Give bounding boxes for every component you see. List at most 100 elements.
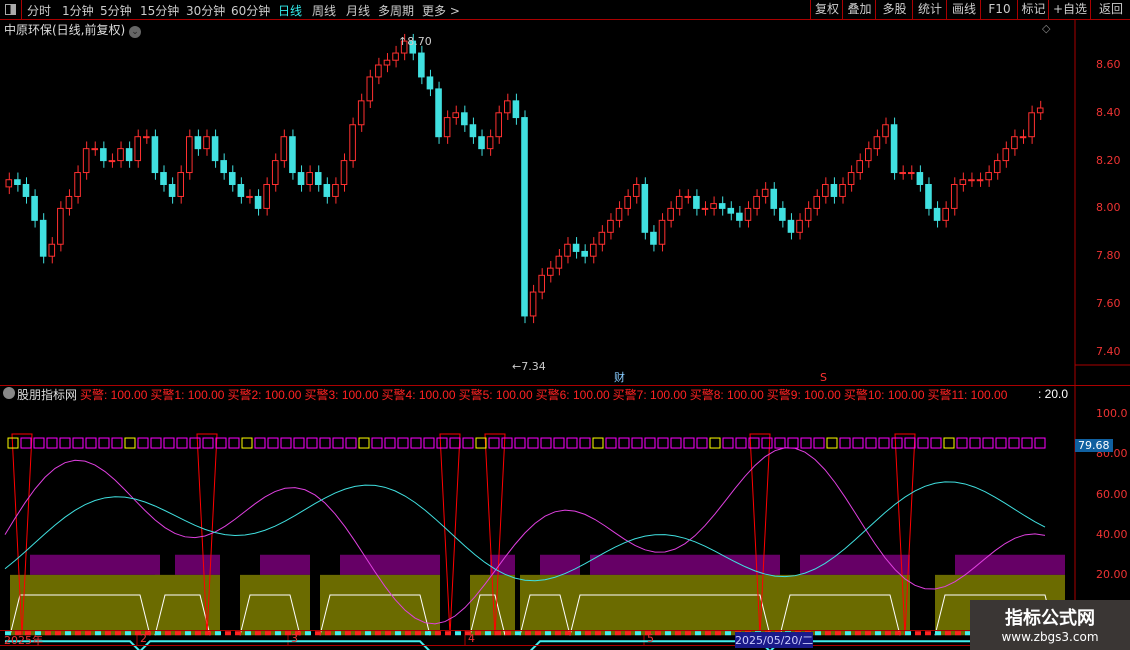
- price-tick: 7.60: [1096, 297, 1121, 310]
- toolbar-button-2[interactable]: 多股: [875, 0, 913, 19]
- signal-box: [319, 437, 331, 449]
- signal-box: [202, 437, 214, 449]
- signal-box: [124, 437, 136, 449]
- candle: [134, 136, 142, 162]
- kline-chart[interactable]: ↑8.70 ←7.34 财 S: [0, 20, 1130, 650]
- indicator-name[interactable]: 股朋指标网: [17, 388, 77, 402]
- signal-box: [787, 437, 799, 449]
- candle: [82, 148, 90, 174]
- purple-band: [540, 554, 580, 575]
- signal-box: [358, 437, 370, 449]
- signal-box: [540, 437, 552, 449]
- candle: [985, 172, 992, 181]
- indicator-value-10: 买警10: 100.00: [843, 388, 925, 402]
- price-tick: 8.60: [1096, 58, 1121, 71]
- indicator-dropdown-icon[interactable]: [3, 387, 15, 399]
- candle: [555, 255, 563, 269]
- candle: [143, 136, 150, 139]
- date-label: 4: [468, 632, 475, 645]
- signal-box: [371, 437, 383, 449]
- candle: [632, 184, 640, 197]
- watermark: 指标公式网 www.zbgs3.com: [970, 600, 1130, 650]
- indicator-header: 股朋指标网 买警: 100.00 买警1: 100.00 买警2: 100.00 买警3…: [0, 385, 1130, 403]
- candle: [529, 291, 537, 317]
- tab-9[interactable]: 多周期: [378, 2, 414, 19]
- candle: [383, 59, 391, 66]
- olive-band: [240, 574, 310, 636]
- indicator-value-3: 买警3: 100.00: [304, 388, 379, 402]
- candle: [418, 52, 425, 78]
- signal-box: [1008, 437, 1020, 449]
- indicator-value-0: 买警: 100.00: [80, 388, 148, 402]
- candle: [504, 100, 511, 114]
- candle: [271, 160, 279, 186]
- signal-box: [930, 437, 942, 449]
- olive-band: [155, 574, 220, 636]
- signal-box: [189, 437, 201, 449]
- tab-7[interactable]: 周线: [312, 2, 336, 19]
- signal-box: [384, 437, 396, 449]
- candle: [658, 219, 666, 245]
- purple-band: [340, 554, 440, 575]
- signal-box: [293, 437, 305, 449]
- purple-band: [955, 554, 1065, 575]
- indicator-value-5: 买警5: 100.00: [458, 388, 533, 402]
- candle: [761, 188, 769, 197]
- signal-box: [657, 437, 669, 449]
- olive-band: [570, 574, 780, 636]
- candle: [91, 148, 99, 151]
- toolbar-button-6[interactable]: 标记: [1017, 0, 1049, 19]
- tab-1[interactable]: 1分钟: [62, 2, 94, 19]
- toolbar-button-3[interactable]: 统计: [912, 0, 947, 19]
- signal-box: [462, 437, 474, 449]
- purple-band: [590, 554, 780, 575]
- signal-box: [891, 437, 903, 449]
- toolbar-button-7[interactable]: +自选: [1048, 0, 1091, 19]
- high-label: ↑8.70: [398, 35, 432, 48]
- toolbar-button-4[interactable]: 画线: [946, 0, 981, 19]
- toolbar-button-1[interactable]: 叠加: [842, 0, 876, 19]
- candle: [1002, 148, 1010, 162]
- indicator-value-7: 买警7: 100.00: [612, 388, 687, 402]
- toolbar-button-8[interactable]: 返回: [1090, 0, 1130, 19]
- signal-box: [449, 437, 461, 449]
- period-toolbar: 分时 1分钟 5分钟 15分钟 30分钟 60分钟 日线 周线 月线 多周期 更多 > 复权 叠加 多股…: [0, 0, 1130, 20]
- indicator-value-2: 买警2: 100.00: [227, 388, 302, 402]
- candle: [770, 188, 778, 209]
- signal-box: [800, 437, 812, 449]
- signal-box: [566, 437, 578, 449]
- panel-toggle-icon[interactable]: [0, 0, 22, 19]
- candle: [727, 207, 735, 214]
- signal-box: [85, 437, 97, 449]
- candle: [349, 124, 356, 162]
- candle: [916, 172, 924, 186]
- tab-6[interactable]: 日线: [278, 2, 302, 19]
- signal-box: [150, 437, 162, 449]
- signal-box: [865, 437, 877, 449]
- tab-0[interactable]: 分时: [27, 2, 51, 19]
- candle: [39, 219, 47, 257]
- candle: [254, 195, 262, 209]
- date-label: 2025/05/20/二: [735, 632, 814, 648]
- signal-box: [852, 437, 864, 449]
- tab-10[interactable]: 更多 >: [422, 2, 460, 19]
- candle: [57, 207, 64, 245]
- price-tick: 7.40: [1096, 344, 1121, 358]
- signal-box: [410, 437, 422, 449]
- tab-3[interactable]: 15分钟: [140, 2, 179, 19]
- candle: [211, 136, 219, 162]
- tab-2[interactable]: 5分钟: [100, 2, 132, 19]
- candle: [297, 172, 305, 186]
- toolbar-button-5[interactable]: F10: [980, 0, 1018, 19]
- toolbar-button-0[interactable]: 复权: [810, 0, 843, 19]
- signal-box: [774, 437, 786, 449]
- signal-box: [98, 437, 110, 449]
- tab-4[interactable]: 30分钟: [186, 2, 225, 19]
- candle: [890, 124, 898, 174]
- price-tick: 8.40: [1096, 105, 1121, 119]
- candle: [426, 76, 434, 90]
- tab-8[interactable]: 月线: [346, 2, 370, 19]
- signal-box: [215, 437, 227, 449]
- tab-5[interactable]: 60分钟: [231, 2, 270, 19]
- candle: [675, 195, 683, 209]
